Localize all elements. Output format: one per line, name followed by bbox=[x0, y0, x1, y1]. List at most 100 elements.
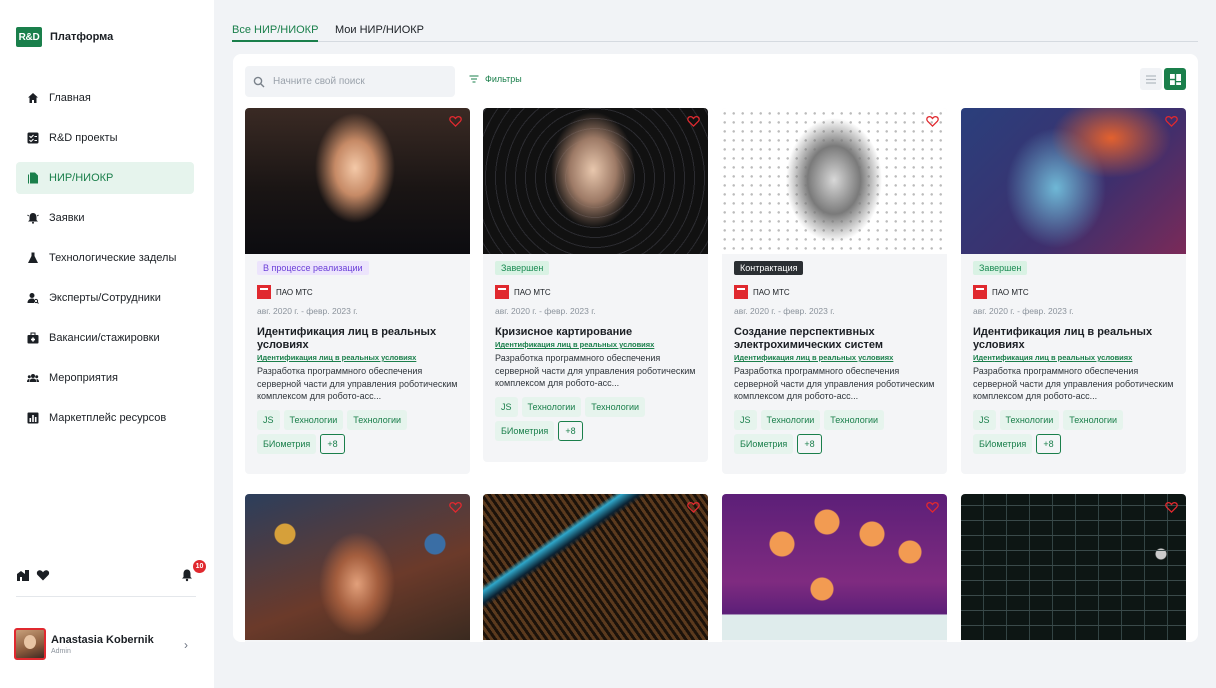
more-tags-button[interactable]: +8 bbox=[797, 434, 822, 454]
project-card[interactable]: Завершен ПАО МТС авг. 2020 г. - февр. 20… bbox=[483, 108, 708, 462]
favorite-heart-icon[interactable] bbox=[687, 501, 700, 513]
favorite-heart-icon[interactable] bbox=[926, 115, 939, 127]
favorite-heart-icon[interactable] bbox=[1165, 115, 1178, 127]
search-box[interactable] bbox=[245, 66, 455, 97]
more-tags-button[interactable]: +8 bbox=[558, 421, 583, 441]
briefcase-icon bbox=[27, 332, 39, 344]
tag[interactable]: БИометрия bbox=[734, 434, 794, 454]
card-subtitle-link[interactable]: Идентификация лиц в реальных условиях bbox=[734, 353, 935, 362]
list-view-button[interactable] bbox=[1140, 68, 1162, 90]
sidebar-item-events[interactable]: Мероприятия bbox=[16, 362, 194, 394]
card-image bbox=[245, 494, 470, 640]
sidebar-item-requests[interactable]: Заявки bbox=[16, 202, 194, 234]
sidebar-item-label: Главная bbox=[49, 92, 91, 104]
card-description: Разработка программного обеспечения серв… bbox=[495, 353, 696, 388]
tag[interactable]: Технологии bbox=[347, 410, 408, 430]
tag[interactable]: Технологии bbox=[1063, 410, 1124, 430]
sidebar-item-label: R&D проекты bbox=[49, 132, 118, 144]
card-subtitle-link[interactable]: Идентификация лиц в реальных условиях bbox=[257, 353, 458, 362]
favorite-heart-icon[interactable] bbox=[449, 115, 462, 127]
brand[interactable]: R&D Платформа bbox=[16, 27, 113, 47]
card-tags: JS Технологии Технологии БИометрия +8 bbox=[495, 397, 707, 441]
user-role: Admin bbox=[51, 647, 71, 655]
sidebar-item-experts[interactable]: Эксперты/Сотрудники bbox=[16, 282, 194, 314]
tag[interactable]: Технологии bbox=[585, 397, 646, 417]
sidebar-quick-actions: 10 bbox=[16, 560, 206, 584]
sidebar-item-marketplace[interactable]: Маркетплейс ресурсов bbox=[16, 402, 194, 434]
card-organization: ПАО МТС bbox=[257, 285, 470, 299]
tag[interactable]: JS bbox=[257, 410, 280, 430]
tag[interactable]: БИометрия bbox=[973, 434, 1033, 454]
card-subtitle-link[interactable]: Идентификация лиц в реальных условиях bbox=[973, 353, 1174, 362]
filters-button[interactable]: Фильтры bbox=[469, 74, 522, 84]
card-image bbox=[483, 494, 708, 640]
buildings-icon[interactable] bbox=[16, 568, 30, 582]
project-card[interactable]: В процессе реализации ПАО МТС авг. 2020 … bbox=[245, 108, 470, 474]
search-input[interactable] bbox=[273, 76, 443, 87]
avatar bbox=[14, 628, 46, 660]
org-name: ПАО МТС bbox=[276, 287, 313, 297]
tag[interactable]: Технологии bbox=[521, 397, 582, 417]
tag[interactable]: БИометрия bbox=[257, 434, 317, 454]
favorite-heart-icon[interactable] bbox=[1165, 501, 1178, 513]
user-profile[interactable]: Anastasia Kobernik Admin › bbox=[14, 628, 194, 660]
filters-label: Фильтры bbox=[485, 74, 522, 84]
card-image bbox=[483, 108, 708, 254]
card-image bbox=[722, 494, 947, 640]
tag[interactable]: Технологии bbox=[283, 410, 344, 430]
favorite-heart-icon[interactable] bbox=[449, 501, 462, 513]
status-badge: Завершен bbox=[973, 261, 1028, 275]
org-name: ПАО МТС bbox=[753, 287, 790, 297]
favorite-heart-icon[interactable] bbox=[687, 115, 700, 127]
brand-logo: R&D bbox=[16, 27, 42, 47]
bell-ring-icon bbox=[27, 212, 39, 224]
notifications-badge: 10 bbox=[193, 560, 206, 573]
user-search-icon bbox=[27, 292, 39, 304]
sidebar-item-label: Технологические заделы bbox=[49, 252, 177, 264]
sidebar-divider bbox=[16, 596, 196, 597]
tag[interactable]: JS bbox=[734, 410, 757, 430]
status-badge: Контрактация bbox=[734, 261, 804, 275]
tab-all-nir[interactable]: Все НИР/НИОКР bbox=[232, 24, 319, 42]
tag[interactable]: Технологии bbox=[760, 410, 821, 430]
sidebar-item-tech-backlog[interactable]: Технологические заделы bbox=[16, 242, 194, 274]
tab-my-nir[interactable]: Мои НИР/НИОКР bbox=[335, 24, 424, 42]
brand-name: Платформа bbox=[50, 31, 114, 43]
sidebar-item-home[interactable]: Главная bbox=[16, 82, 194, 114]
notifications-bell-icon[interactable] bbox=[180, 568, 194, 582]
project-card[interactable]: Завершен ПАО МТС авг. 2020 г. - февр. 20… bbox=[961, 108, 1186, 474]
sidebar-item-nir-niokr[interactable]: НИР/НИОКР bbox=[16, 162, 194, 194]
favorites-heart-icon[interactable] bbox=[36, 568, 50, 582]
tag[interactable]: JS bbox=[495, 397, 518, 417]
grid-view-button[interactable] bbox=[1164, 68, 1186, 90]
card-tags: JS Технологии Технологии БИометрия +8 bbox=[257, 410, 469, 454]
user-info: Anastasia Kobernik Admin bbox=[51, 634, 154, 655]
sidebar-item-rd-projects[interactable]: R&D проекты bbox=[16, 122, 194, 154]
projects-icon bbox=[27, 132, 39, 144]
sidebar-item-label: Маркетплейс ресурсов bbox=[49, 412, 167, 424]
project-card[interactable] bbox=[961, 494, 1186, 642]
org-logo bbox=[734, 285, 748, 299]
sidebar-item-vacancies[interactable]: Вакансии/стажировки bbox=[16, 322, 194, 354]
tag[interactable]: Технологии bbox=[824, 410, 885, 430]
card-dates: авг. 2020 г. - февр. 2023 г. bbox=[257, 306, 358, 316]
org-logo bbox=[257, 285, 271, 299]
tag[interactable]: JS bbox=[973, 410, 996, 430]
tab-bar: Все НИР/НИОКР Мои НИР/НИОКР bbox=[232, 22, 1198, 42]
project-card[interactable] bbox=[722, 494, 947, 642]
card-organization: ПАО МТС bbox=[973, 285, 1186, 299]
grid-view-icon bbox=[1169, 73, 1181, 85]
project-card[interactable] bbox=[483, 494, 708, 642]
card-dates: авг. 2020 г. - февр. 2023 г. bbox=[495, 306, 596, 316]
card-subtitle-link[interactable]: Идентификация лиц в реальных условиях bbox=[495, 340, 696, 349]
chevron-right-icon[interactable]: › bbox=[184, 638, 188, 652]
project-card[interactable] bbox=[245, 494, 470, 642]
more-tags-button[interactable]: +8 bbox=[1036, 434, 1061, 454]
favorite-heart-icon[interactable] bbox=[926, 501, 939, 513]
more-tags-button[interactable]: +8 bbox=[320, 434, 345, 454]
tag[interactable]: Технологии bbox=[999, 410, 1060, 430]
org-name: ПАО МТС bbox=[514, 287, 551, 297]
project-card[interactable]: Контрактация ПАО МТС авг. 2020 г. - февр… bbox=[722, 108, 947, 474]
org-logo bbox=[495, 285, 509, 299]
tag[interactable]: БИометрия bbox=[495, 421, 555, 441]
